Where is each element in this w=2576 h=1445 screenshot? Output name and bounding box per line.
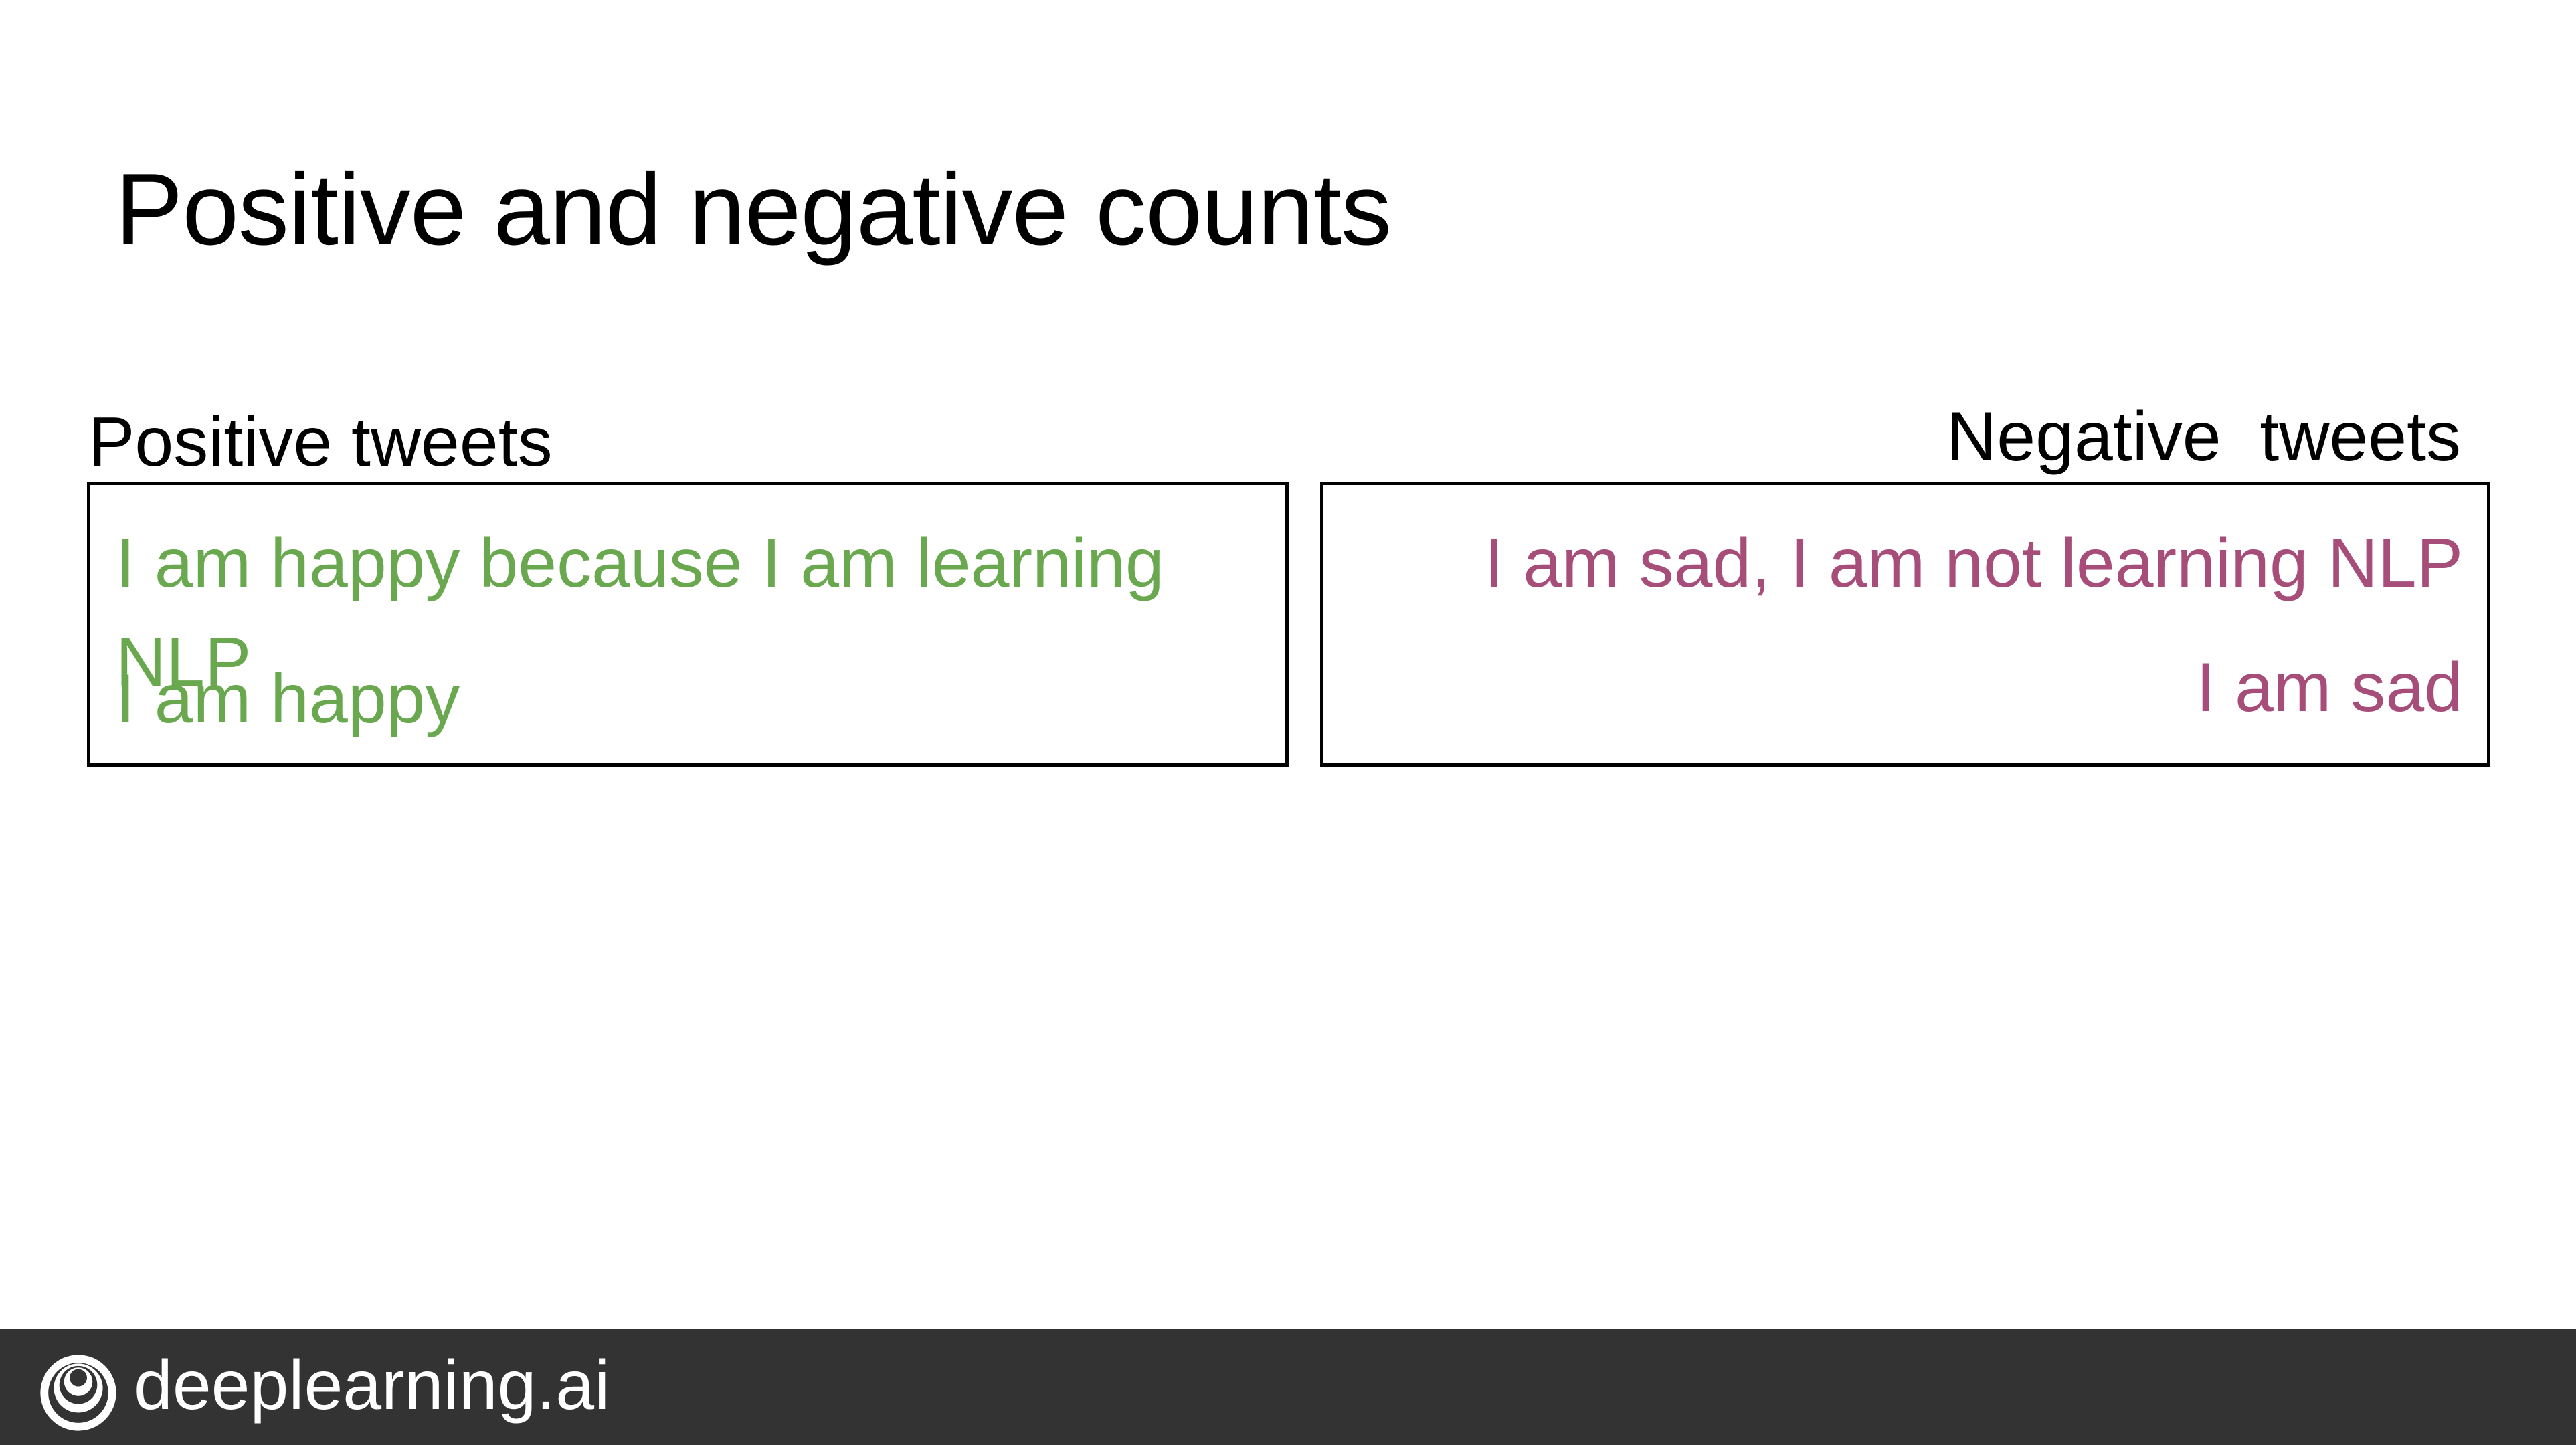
negative-tweet: I am sad <box>2196 649 2463 727</box>
negative-tweet: I am sad, I am not learning NLP <box>1484 524 2464 602</box>
slide-title: Positive and negative counts <box>115 153 1392 266</box>
positive-tweet: I am happy <box>116 660 460 738</box>
positive-tweets-label: Positive tweets <box>88 403 553 481</box>
negative-tweets-label: Negative tweets <box>1946 398 2461 476</box>
brand-name: deeplearning.ai <box>134 1347 610 1424</box>
positive-tweets-box: I am happy because I am learning NLP I a… <box>87 482 1289 767</box>
deeplearning-logo-icon <box>40 1355 116 1431</box>
footer-bar: deeplearning.ai <box>0 1329 2576 1445</box>
negative-tweets-box: I am sad, I am not learning NLP I am sad <box>1320 482 2490 767</box>
